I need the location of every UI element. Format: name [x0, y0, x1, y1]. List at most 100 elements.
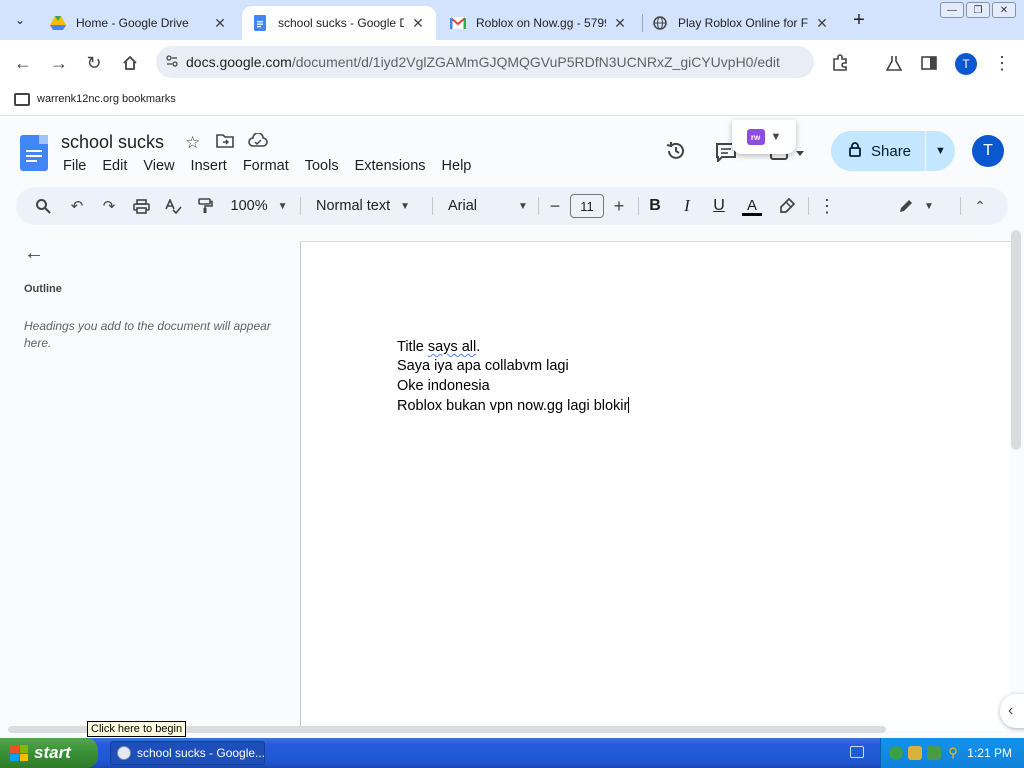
tab-roblox-now-gg[interactable]: Roblox on Now.gg - 57991... ✕	[440, 6, 638, 40]
toolbar-divider	[960, 197, 961, 215]
share-dropdown-icon[interactable]: ▼	[926, 145, 955, 157]
reload-icon[interactable]: ↻	[83, 52, 105, 74]
bookmarks-bar: warrenk12nc.org bookmarks	[0, 86, 1024, 116]
tab-search-icon[interactable]: ⌄	[8, 8, 32, 32]
spellcheck-icon[interactable]	[162, 187, 184, 225]
restore-icon[interactable]: ❐	[966, 2, 990, 18]
zoom-select[interactable]: 100% ▼	[228, 187, 290, 225]
paragraph-style-select[interactable]: Normal text ▼	[316, 187, 420, 225]
minimize-icon[interactable]: —	[940, 2, 964, 18]
decrease-font-size-icon[interactable]: −	[544, 187, 566, 225]
start-button[interactable]: start	[0, 738, 98, 768]
doc-line-1[interactable]: Title says all.	[397, 339, 480, 355]
menu-extensions[interactable]: Extensions	[355, 158, 434, 174]
grammar-suggestion[interactable]: says all	[428, 339, 476, 355]
move-folder-icon[interactable]	[216, 133, 234, 153]
forward-icon[interactable]: →	[48, 52, 70, 74]
profile-avatar[interactable]: T	[955, 53, 977, 75]
search-icon[interactable]: ⚲	[946, 745, 960, 760]
more-options-icon[interactable]: ⋮	[816, 187, 838, 225]
site-info-icon[interactable]	[166, 54, 180, 70]
taskbar-window-button[interactable]: school sucks - Google...	[110, 741, 265, 765]
document-title[interactable]: school sucks	[61, 132, 164, 153]
highlight-color-icon[interactable]	[776, 187, 798, 225]
doc-line-3[interactable]: Oke indonesia	[397, 378, 490, 394]
font-size-input[interactable]: 11	[570, 194, 604, 218]
docs-logo-icon[interactable]	[20, 135, 48, 171]
vertical-scrollbar[interactable]	[1011, 230, 1021, 450]
font-value: Arial	[448, 198, 478, 214]
menu-help[interactable]: Help	[442, 158, 480, 174]
doc-line-2[interactable]: Saya iya apa collabvm lagi	[397, 358, 569, 374]
menu-format[interactable]: Format	[243, 158, 297, 174]
close-icon[interactable]: ✕	[814, 15, 830, 32]
increase-font-size-icon[interactable]: +	[608, 187, 630, 225]
star-icon[interactable]: ☆	[185, 133, 200, 153]
extension-popup[interactable]: rw ▼	[732, 120, 796, 154]
address-bar-row: ← → ↻ docs.google.com/document/d/1iyd2Vg…	[0, 40, 1024, 86]
undo-icon[interactable]: ↶	[66, 187, 88, 225]
bold-button[interactable]: B	[644, 187, 666, 225]
italic-button[interactable]: I	[676, 187, 698, 225]
search-menus-icon[interactable]	[32, 187, 54, 225]
shield-icon[interactable]	[908, 746, 922, 760]
labs-flask-icon[interactable]	[883, 52, 905, 74]
toolbar-divider	[638, 197, 639, 215]
zoom-value: 100%	[230, 198, 268, 214]
paragraph-style-value: Normal text	[316, 198, 391, 214]
address-bar[interactable]: docs.google.com/document/d/1iyd2VglZGAMm…	[156, 46, 814, 78]
text-run: .	[476, 339, 481, 355]
hide-menus-chevron-up-icon[interactable]: ⌃	[970, 187, 990, 225]
chrome-icon	[117, 746, 131, 760]
toolbar-divider	[432, 197, 433, 215]
share-button[interactable]: Share	[831, 131, 925, 171]
doc-line-4[interactable]: Roblox bukan vpn now.gg lagi blokir	[397, 397, 630, 414]
text-color-button[interactable]: A	[740, 187, 764, 225]
print-icon[interactable]	[130, 187, 152, 225]
font-select[interactable]: Arial ▼	[448, 187, 528, 225]
version-history-icon[interactable]	[664, 139, 688, 163]
tab-google-drive[interactable]: Home - Google Drive ✕	[40, 6, 238, 40]
paint-format-icon[interactable]	[194, 187, 216, 225]
cloud-saved-icon[interactable]	[248, 132, 268, 153]
new-tab-icon[interactable]: +	[848, 9, 870, 31]
menu-insert[interactable]: Insert	[191, 158, 235, 174]
close-icon[interactable]: ✕	[212, 15, 228, 32]
document-page[interactable]: Title says all. Saya iya apa collabvm la…	[300, 241, 1010, 731]
show-side-panel-chevron-icon[interactable]: ‹	[1000, 694, 1024, 728]
close-outline-arrow-icon[interactable]: ←	[22, 241, 46, 265]
safely-remove-icon[interactable]	[927, 746, 941, 760]
extensions-icon[interactable]	[829, 52, 851, 74]
menu-bar: File Edit View Insert Format Tools Exten…	[63, 158, 487, 174]
window-controls: — ❐ ✕	[940, 2, 1016, 18]
underline-button[interactable]: U	[708, 187, 730, 225]
outline-heading: Outline	[24, 283, 62, 295]
taskbar: start school sucks - Google... ⚲ 1:21 PM	[0, 738, 1024, 768]
keyboard-icon[interactable]	[850, 746, 864, 758]
menu-view[interactable]: View	[143, 158, 182, 174]
menu-edit[interactable]: Edit	[102, 158, 135, 174]
editing-mode-select[interactable]: ▼	[896, 187, 936, 225]
close-icon[interactable]: ✕	[612, 15, 628, 32]
start-tooltip: Click here to begin	[87, 721, 187, 737]
account-avatar[interactable]: T	[972, 135, 1004, 167]
window-close-icon[interactable]: ✕	[992, 2, 1016, 18]
start-label: start	[34, 743, 71, 762]
toolbar-divider	[300, 197, 301, 215]
tab-google-docs[interactable]: school sucks - Google Docs ✕	[242, 6, 436, 40]
redo-icon[interactable]: ↷	[98, 187, 120, 225]
chrome-menu-icon[interactable]: ⋮	[991, 52, 1013, 74]
menu-file[interactable]: File	[63, 158, 94, 174]
tab-play-roblox[interactable]: Play Roblox Online for Free ✕	[642, 6, 840, 40]
chevron-down-icon: ▼	[770, 131, 782, 143]
network-globe-icon[interactable]	[889, 746, 903, 760]
home-icon[interactable]	[119, 52, 141, 74]
close-icon[interactable]: ✕	[410, 15, 426, 32]
menu-tools[interactable]: Tools	[305, 158, 347, 174]
side-panel-icon[interactable]	[918, 52, 940, 74]
bookmark-folder[interactable]: warrenk12nc.org bookmarks	[37, 93, 176, 105]
google-drive-icon	[50, 15, 66, 31]
outline-empty-hint: Headings you add to the document will ap…	[24, 319, 271, 350]
share-button-group: Share ▼	[831, 131, 955, 171]
back-icon[interactable]: ←	[12, 52, 34, 74]
